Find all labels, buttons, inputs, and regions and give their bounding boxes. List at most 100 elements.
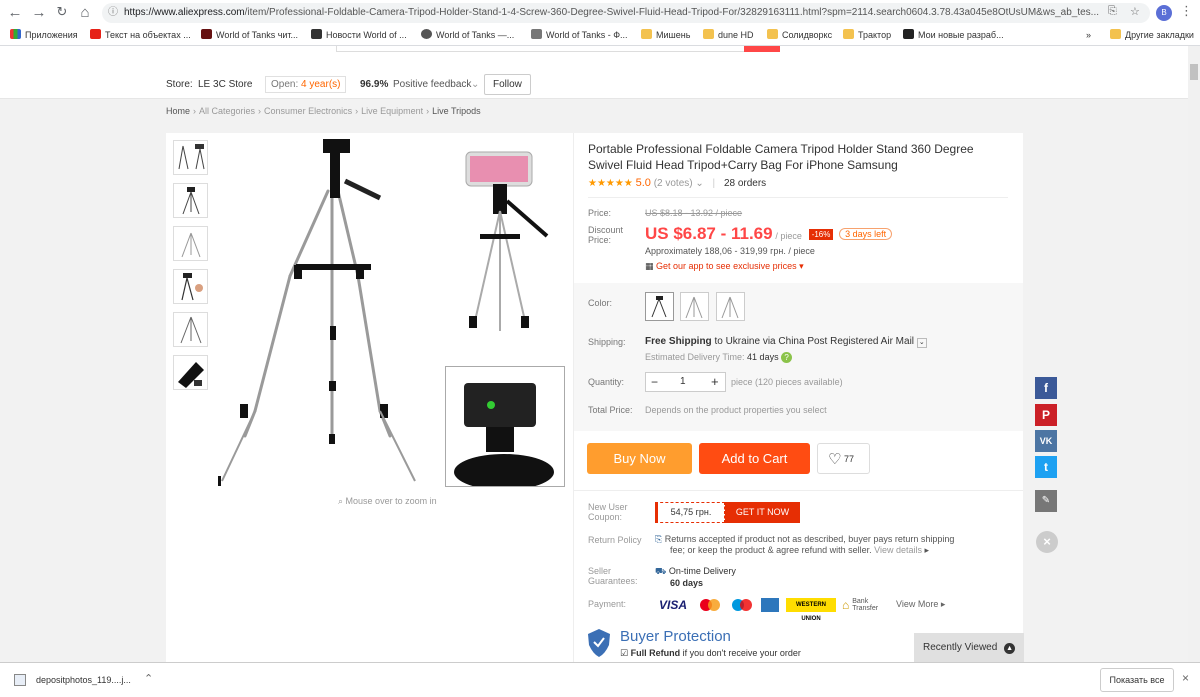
search-input[interactable] [336, 46, 746, 52]
open-badge: Open: 4 year(s) [265, 76, 347, 93]
add-to-cart-button[interactable]: Add to Cart [699, 443, 810, 474]
minus-icon[interactable]: − [651, 375, 658, 389]
tripod-image [181, 232, 201, 258]
bag-image [178, 362, 204, 388]
edit-icon[interactable]: ✎ [1035, 490, 1057, 512]
facebook-icon[interactable]: f [1035, 377, 1057, 399]
folder-icon [767, 29, 778, 39]
bookmark-item[interactable]: World of Tanks чит... [201, 27, 298, 43]
qr-code-icon: ▦ [645, 261, 657, 271]
youtube-icon [90, 29, 101, 39]
check-icon: ☑ [620, 648, 631, 658]
downloads-bar: depositphotos_119....j... ⌃ Показать все… [0, 662, 1200, 697]
apps-icon [10, 29, 21, 39]
follow-button[interactable]: Follow [484, 74, 531, 95]
color-swatch[interactable] [680, 292, 709, 321]
bookmark-item[interactable]: Текст на объектах ... [90, 27, 191, 43]
thumbnail[interactable] [173, 312, 208, 347]
color-swatch[interactable] [645, 292, 674, 321]
view-details-link[interactable]: View details [874, 545, 922, 555]
tripod-image [182, 187, 200, 215]
show-all-button[interactable]: Показать все [1100, 668, 1174, 692]
shipping-label: Shipping: [588, 337, 626, 347]
help-icon[interactable]: ? [781, 352, 793, 363]
chevron-down-icon[interactable]: ⌄ [471, 79, 479, 90]
bookmark-apps[interactable]: Приложения [10, 27, 78, 43]
url-path: /item/Professional-Foldable-Camera-Tripo… [244, 7, 1099, 18]
total-text: Depends on the product properties you se… [645, 405, 827, 415]
discount-badge: -16% [808, 229, 834, 240]
chevron-down-icon[interactable]: ⌄ [916, 338, 927, 348]
western-union-icon: WESTERN UNION [786, 598, 836, 622]
shipping-row: Free Shipping to Ukraine via China Post … [645, 336, 927, 348]
rating-row: ★★★★★ 5.0 (2 votes) ⌄ | 28 orders [588, 177, 766, 189]
bookmark-item[interactable]: Солидворкс [767, 27, 832, 43]
folder-icon [1110, 29, 1121, 39]
bookmark-item[interactable]: Мишень [641, 27, 690, 43]
profile-avatar[interactable]: B [1156, 5, 1172, 21]
view-more-link[interactable]: View More ▸ [896, 599, 945, 610]
votes[interactable]: (2 votes) [654, 178, 693, 189]
reload-icon[interactable]: ↻ [53, 4, 71, 20]
zoom-preview[interactable] [445, 366, 565, 490]
plus-icon[interactable]: + [711, 374, 719, 389]
bookmark-item[interactable]: World of Tanks —... [421, 27, 514, 43]
back-icon[interactable]: ← [6, 4, 24, 21]
get-coupon-button[interactable]: GET IT NOW [725, 502, 800, 523]
color-swatch[interactable] [716, 292, 745, 321]
thumbnail[interactable] [173, 269, 208, 304]
download-file[interactable]: depositphotos_119....j... [36, 675, 131, 685]
product-title: Portable Professional Foldable Camera Tr… [588, 142, 974, 172]
wishlist-button[interactable]: ♡ 77 [817, 443, 870, 474]
quantity-input[interactable]: 1 [680, 376, 686, 387]
chevron-up-icon[interactable]: ⌃ [144, 672, 153, 685]
bookmark-item[interactable]: Мои новые разраб... [903, 27, 1004, 43]
menu-icon[interactable]: ⋮ [1180, 3, 1193, 19]
home-icon[interactable]: ⌂ [76, 4, 94, 21]
store-name[interactable]: LE 3C Store [198, 79, 252, 90]
approx-price: Approximately 188,06 - 319,99 грн. / pie… [645, 246, 815, 256]
forward-icon[interactable]: → [30, 4, 48, 21]
bookmark-item[interactable]: World of Tanks - Ф... [531, 27, 628, 43]
return-label: Return Policy [588, 535, 642, 545]
address-bar[interactable]: ⓘ https://www.aliexpress.com/item/Profes… [102, 3, 1150, 23]
bookmark-item[interactable]: Трактор [843, 27, 891, 43]
color-label: Color: [588, 298, 613, 308]
guarantee-info: ⛟ On-time Delivery 60 days [655, 566, 736, 588]
feedback-pct: 96.9% [360, 79, 389, 90]
search-icon: ⌕ [338, 496, 346, 506]
bookmark-item[interactable]: Новости World of ... [311, 27, 407, 43]
buy-now-button[interactable]: Buy Now [587, 443, 692, 474]
heart-icon: ♡ [828, 451, 842, 468]
maestro-icon [729, 598, 755, 612]
chevron-down-icon[interactable]: ⌄ [695, 178, 703, 189]
search-button[interactable] [744, 46, 780, 52]
close-icon[interactable]: × [1036, 531, 1058, 553]
bank-transfer: ⌂ Bank Transfer [842, 598, 879, 612]
browser-chrome: ← → ↻ ⌂ ⓘ https://www.aliexpress.com/ite… [0, 0, 1200, 46]
thumbnail[interactable] [173, 183, 208, 218]
full-refund: ☑ Full Refund if you don't receive your … [620, 648, 801, 658]
scrollbar-thumb[interactable] [1190, 64, 1198, 80]
bookmarks-overflow[interactable]: » [1086, 27, 1091, 43]
thumbnail[interactable] [173, 140, 208, 175]
translate-icon[interactable]: ⎘ [1108, 5, 1117, 18]
twitter-icon[interactable]: t [1035, 456, 1057, 478]
app-link[interactable]: ▦ Get our app to see exclusive prices ▾ [645, 261, 804, 272]
star-icon[interactable]: ☆ [1130, 5, 1140, 18]
bookmark-item[interactable]: dune HD [703, 27, 754, 43]
scrollbar[interactable] [1188, 46, 1200, 662]
feedback-label[interactable]: Positive feedback [393, 79, 471, 90]
tripod-image [685, 296, 703, 319]
pinterest-icon[interactable]: P [1035, 404, 1057, 426]
bank-icon: ⌂ [842, 598, 850, 612]
folder-icon [703, 29, 714, 39]
thumbnail[interactable] [173, 226, 208, 261]
other-bookmarks[interactable]: Другие закладки [1110, 27, 1194, 43]
info-icon[interactable]: ⓘ [108, 3, 118, 23]
guarantee-label: Seller Guarantees: [588, 566, 638, 586]
vk-icon[interactable]: VK [1035, 430, 1057, 452]
close-icon[interactable]: × [1182, 671, 1189, 685]
thumbnail[interactable] [173, 355, 208, 390]
recently-viewed-bar[interactable]: Recently Viewed ▲ [914, 633, 1024, 662]
